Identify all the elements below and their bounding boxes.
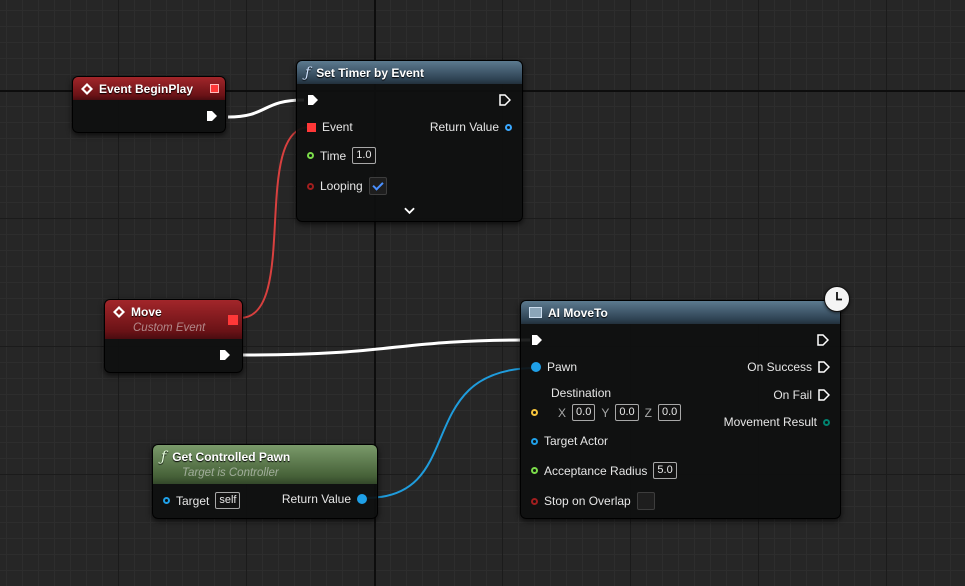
object-input-pin[interactable] bbox=[531, 362, 541, 372]
stop-on-overlap-checkbox[interactable] bbox=[636, 492, 655, 510]
get-controlled-pawn-node[interactable]: ƒ Get Controlled Pawn Target is Controll… bbox=[152, 444, 378, 519]
object-output-pin[interactable] bbox=[357, 494, 367, 504]
z-label: Z bbox=[644, 405, 652, 420]
x-value-input[interactable]: 0.0 bbox=[572, 404, 596, 421]
pin-label: Return Value bbox=[429, 120, 499, 134]
time-pin-row[interactable]: Time 1.0 bbox=[307, 147, 376, 164]
acceptance-radius-pin-row[interactable]: Acceptance Radius 5.0 bbox=[531, 462, 677, 479]
pin-label: Event bbox=[322, 120, 353, 134]
destination-pin-row[interactable]: X 0.0 Y 0.0 Z 0.0 bbox=[531, 404, 682, 421]
return-value-pin-row[interactable]: Return Value bbox=[282, 492, 367, 506]
exec-in-pin[interactable] bbox=[531, 334, 543, 346]
bool-pin[interactable] bbox=[531, 497, 538, 505]
enum-output-pin[interactable] bbox=[823, 418, 830, 426]
x-label: X bbox=[558, 405, 567, 420]
chevron-down-icon[interactable] bbox=[404, 207, 415, 215]
node-subtitle: Custom Event bbox=[133, 322, 206, 334]
delegate-pin[interactable] bbox=[228, 315, 238, 325]
ai-node-icon bbox=[529, 307, 542, 318]
y-value-input[interactable]: 0.0 bbox=[615, 404, 639, 421]
pin-label: Target Actor bbox=[544, 434, 609, 448]
node-title: Move bbox=[131, 305, 162, 319]
looping-pin-row[interactable]: Looping bbox=[307, 177, 387, 195]
exec-out-pin[interactable] bbox=[818, 361, 830, 373]
pin-label: On Fail bbox=[773, 388, 812, 402]
pawn-pin-row[interactable]: Pawn bbox=[531, 360, 577, 374]
acceptance-radius-input[interactable]: 5.0 bbox=[653, 462, 677, 479]
time-value-input[interactable]: 1.0 bbox=[352, 147, 376, 164]
on-success-pin-row[interactable]: On Success bbox=[747, 360, 830, 374]
node-header[interactable]: ƒ Get Controlled Pawn Target is Controll… bbox=[153, 445, 377, 484]
object-input-pin[interactable] bbox=[531, 437, 538, 445]
object-wire-pawn-to-aimoveto bbox=[365, 367, 537, 499]
node-header[interactable]: Move Custom Event bbox=[105, 300, 242, 339]
pin-label: Stop on Overlap bbox=[544, 494, 631, 508]
node-title: Get Controlled Pawn bbox=[172, 450, 291, 464]
movement-result-pin-row[interactable]: Movement Result bbox=[724, 415, 830, 429]
stop-on-overlap-pin-row[interactable]: Stop on Overlap bbox=[531, 492, 655, 510]
object-input-pin[interactable] bbox=[163, 497, 170, 504]
exec-out-pin[interactable] bbox=[818, 389, 830, 401]
pin-label: Acceptance Radius bbox=[544, 463, 648, 478]
y-label: Y bbox=[601, 405, 610, 420]
ai-moveto-node[interactable]: AI MoveTo Pawn On Success Destination X … bbox=[520, 300, 841, 519]
clock-icon bbox=[824, 286, 850, 312]
target-self-box[interactable]: self bbox=[215, 492, 241, 509]
node-subtitle: Target is Controller bbox=[182, 467, 279, 479]
exec-out-pin[interactable] bbox=[219, 349, 231, 361]
target-pin-row[interactable]: Target self bbox=[163, 492, 241, 509]
pin-label: Time bbox=[320, 148, 347, 163]
event-diamond-icon bbox=[113, 306, 125, 318]
exec-in-pin[interactable] bbox=[307, 94, 319, 106]
exec-wire-move-to-aimoveto bbox=[241, 338, 531, 357]
node-title: AI MoveTo bbox=[548, 305, 608, 320]
float-pin[interactable] bbox=[307, 152, 314, 159]
pin-label: Target bbox=[176, 493, 210, 508]
event-pin-row[interactable]: Event bbox=[307, 120, 353, 134]
pin-label: Pawn bbox=[547, 360, 578, 374]
exec-out-pin[interactable] bbox=[817, 334, 829, 346]
exec-out-pin[interactable] bbox=[206, 110, 218, 122]
struct-output-pin[interactable] bbox=[505, 123, 512, 131]
pin-label: Movement Result bbox=[723, 415, 817, 429]
bool-pin[interactable] bbox=[307, 182, 314, 190]
pin-label: Looping bbox=[320, 179, 363, 193]
delegate-pin[interactable] bbox=[307, 122, 316, 132]
float-pin[interactable] bbox=[531, 467, 538, 474]
looping-checkbox[interactable] bbox=[368, 177, 387, 195]
on-fail-pin-row[interactable]: On Fail bbox=[773, 388, 830, 402]
z-value-input[interactable]: 0.0 bbox=[657, 404, 682, 421]
node-title: Event BeginPlay bbox=[99, 81, 194, 96]
node-header[interactable]: AI MoveTo bbox=[521, 301, 840, 324]
pin-label: On Success bbox=[747, 360, 812, 374]
pin-label: Destination bbox=[551, 386, 612, 400]
function-f-icon: ƒ bbox=[305, 64, 311, 81]
node-title: Set Timer by Event bbox=[316, 65, 425, 80]
node-header[interactable]: Event BeginPlay bbox=[73, 77, 225, 100]
vector-pin[interactable] bbox=[531, 409, 538, 416]
destination-label-row: Destination bbox=[551, 386, 611, 400]
event-diamond-icon bbox=[81, 82, 93, 95]
set-timer-by-event-node[interactable]: ƒ Set Timer by Event Event Return Value … bbox=[296, 60, 523, 222]
function-f-icon: ƒ bbox=[161, 449, 167, 465]
exec-out-pin[interactable] bbox=[499, 94, 511, 106]
return-value-pin-row[interactable]: Return Value bbox=[430, 120, 512, 134]
target-actor-pin-row[interactable]: Target Actor bbox=[531, 434, 608, 448]
node-header[interactable]: ƒ Set Timer by Event bbox=[297, 61, 522, 84]
move-custom-event-node[interactable]: Move Custom Event bbox=[104, 299, 243, 373]
event-beginplay-node[interactable]: Event BeginPlay bbox=[72, 76, 226, 133]
exec-wire-beginplay-to-settimer bbox=[227, 98, 305, 119]
delegate-pin[interactable] bbox=[210, 84, 219, 93]
pin-label: Return Value bbox=[281, 492, 351, 506]
